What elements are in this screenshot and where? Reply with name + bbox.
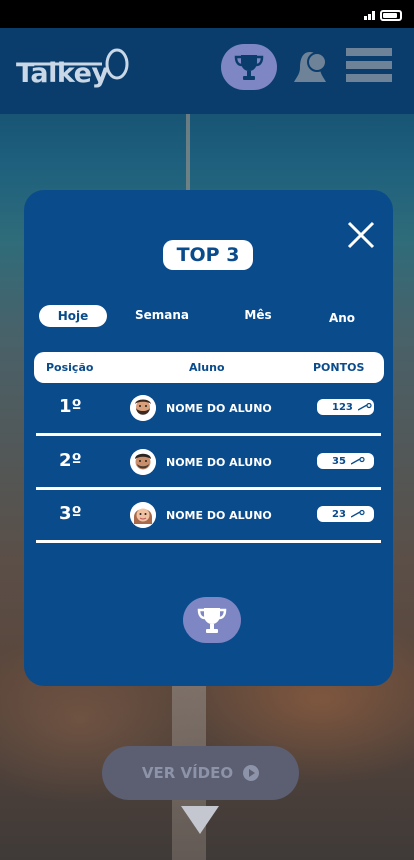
table-row[interactable]: 1º NOME DO ALUNO 123 — [24, 382, 393, 436]
key-icon — [350, 510, 365, 518]
points-value: 23 — [332, 508, 346, 520]
student-name: NOME DO ALUNO — [166, 402, 272, 415]
rank-position: 1º — [59, 396, 82, 417]
signal-icon — [364, 11, 378, 20]
background-tower-spike — [186, 110, 190, 200]
trophy-icon — [234, 55, 264, 80]
status-bar — [0, 0, 414, 28]
trophy-icon — [197, 608, 227, 633]
hamburger-menu-icon[interactable] — [346, 48, 394, 88]
avatar-man-bearded-icon — [130, 395, 156, 421]
student-name: NOME DO ALUNO — [166, 509, 272, 522]
trophy-button[interactable] — [221, 44, 277, 90]
scroll-down-arrow-icon[interactable] — [181, 806, 219, 834]
key-icon — [357, 403, 372, 411]
table-row[interactable]: 3º NOME DO ALUNO 23 — [24, 489, 393, 543]
column-header-points: PONTOS — [313, 361, 365, 374]
trophy-button[interactable] — [183, 597, 241, 643]
points-badge: 35 — [317, 453, 374, 469]
points-value: 123 — [332, 401, 353, 413]
menu-line — [346, 48, 392, 56]
tab-mes[interactable]: Mês — [234, 304, 282, 326]
key-logo-icon — [18, 48, 129, 80]
points-badge: 23 — [317, 506, 374, 522]
key-icon — [350, 457, 365, 465]
tab-semana[interactable]: Semana — [128, 304, 196, 326]
student-name: NOME DO ALUNO — [166, 456, 272, 469]
talkey-logo[interactable]: Talkey — [16, 44, 131, 96]
ranking-table-header: Posição Aluno PONTOS — [34, 352, 384, 383]
tab-hoje[interactable]: Hoje — [39, 305, 107, 327]
avatar-woman-icon — [130, 502, 156, 528]
play-icon — [243, 765, 260, 781]
avatar-man-icon — [130, 449, 156, 475]
rank-position: 3º — [59, 503, 82, 524]
bell-icon — [294, 52, 327, 82]
watch-video-button[interactable]: VER VÍDEO — [102, 746, 299, 800]
watch-video-label: VER VÍDEO — [141, 764, 234, 782]
row-divider — [36, 540, 381, 543]
rank-position: 2º — [59, 450, 82, 471]
battery-icon — [380, 10, 402, 21]
notifications-button[interactable] — [290, 48, 330, 88]
close-icon — [347, 221, 375, 249]
menu-line — [346, 61, 392, 69]
table-row[interactable]: 2º NOME DO ALUNO 35 — [24, 436, 393, 490]
tab-ano[interactable]: Ano — [320, 307, 364, 329]
column-header-position: Posição — [46, 361, 94, 374]
column-header-student: Aluno — [189, 361, 225, 374]
close-button[interactable] — [346, 220, 376, 250]
points-value: 35 — [332, 455, 346, 467]
points-badge: 123 — [317, 399, 374, 415]
app-header: Talkey — [0, 28, 414, 114]
menu-line — [346, 74, 392, 82]
top3-modal: TOP 3 Hoje Semana Mês Ano Posição Aluno … — [24, 190, 393, 686]
modal-title: TOP 3 — [163, 240, 253, 270]
